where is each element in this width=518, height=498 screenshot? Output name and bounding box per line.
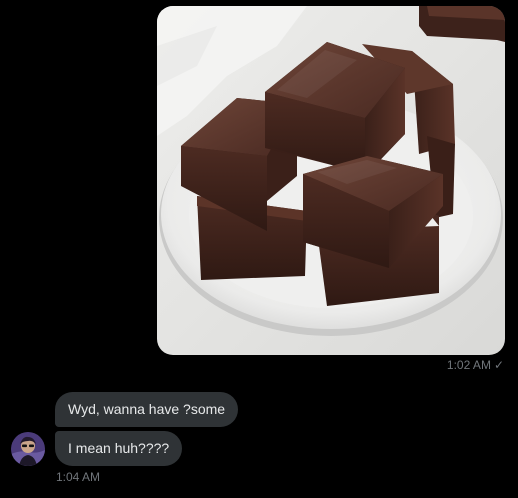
avatar[interactable] (11, 432, 45, 466)
sent-image-message[interactable] (157, 6, 505, 355)
sent-time: 1:02 AM (446, 358, 491, 372)
received-time: 1:04 AM (56, 470, 101, 484)
fudge-photo (157, 6, 505, 355)
avatar-image (11, 432, 45, 466)
sent-message-meta: 1:02 AM ✓ (447, 358, 504, 372)
received-message-bubble[interactable]: I mean huh???? (55, 431, 183, 466)
check-icon: ✓ (493, 358, 504, 372)
received-message-bubble[interactable]: Wyd, wanna have ?some (55, 392, 239, 427)
message-text: I mean huh???? (68, 440, 170, 456)
message-text: Wyd, wanna have ?some (68, 401, 226, 417)
